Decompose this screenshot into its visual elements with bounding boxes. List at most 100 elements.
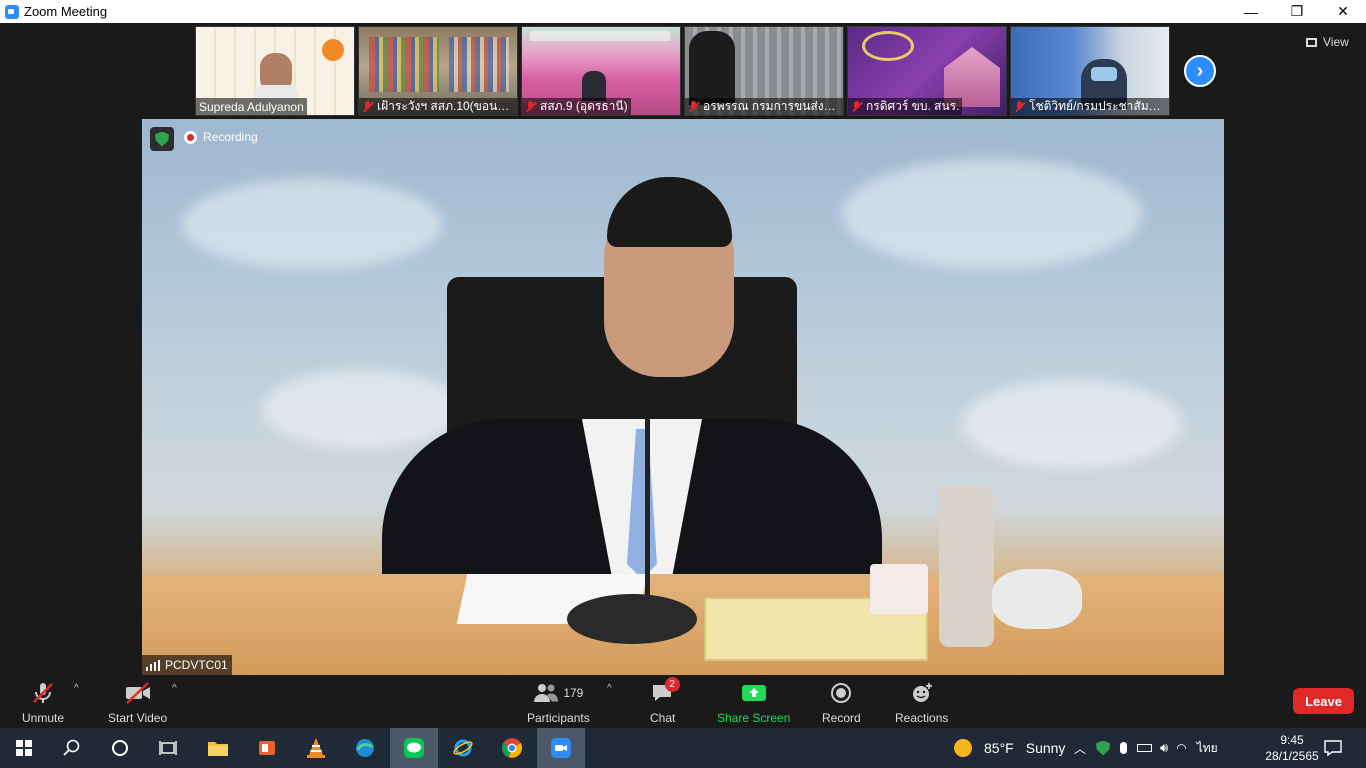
participant-name: สสภ.9 (อุดรธานี) xyxy=(540,99,628,113)
notification-center-icon xyxy=(1324,740,1342,756)
battery-icon[interactable] xyxy=(1137,744,1152,752)
banner-text xyxy=(530,31,670,41)
participants-count: 179 xyxy=(563,686,584,700)
search-button[interactable] xyxy=(48,728,96,768)
cup xyxy=(870,564,928,614)
participant-thumbnail[interactable]: Supreda Adulyanon xyxy=(195,26,355,116)
cloud xyxy=(842,159,1142,269)
close-button[interactable]: ✕ xyxy=(1320,0,1366,23)
record-button[interactable]: Record xyxy=(822,681,861,725)
chat-button[interactable]: 2 Chat xyxy=(650,677,680,725)
chat-icon: 2 xyxy=(651,677,680,705)
participant-name: กรดิศวร์ ขบ. สนร. xyxy=(866,99,960,113)
wifi-icon[interactable]: ◠ xyxy=(1176,741,1186,755)
leave-button[interactable]: Leave xyxy=(1293,688,1354,714)
file-explorer-button[interactable] xyxy=(194,728,242,768)
share-screen-icon xyxy=(741,681,767,705)
zoom-icon xyxy=(551,738,571,758)
notifications-button[interactable] xyxy=(1310,728,1356,768)
unmute-label: Unmute xyxy=(22,711,65,725)
microphone-icon[interactable] xyxy=(1120,742,1127,754)
speaker-name-tag: PCDVTC01 xyxy=(142,655,232,675)
edge-icon xyxy=(356,739,374,757)
record-label: Record xyxy=(822,711,861,725)
microphone-base xyxy=(567,594,697,644)
recording-label: Recording xyxy=(203,130,258,144)
sun-icon xyxy=(954,739,972,757)
participants-button[interactable]: 179 Participants xyxy=(527,681,590,725)
start-video-button[interactable]: Start Video xyxy=(108,681,167,725)
chat-unread-badge: 2 xyxy=(664,677,680,692)
weather-condition: Sunny xyxy=(1025,740,1066,756)
meeting-toolbar: Unmute ^ Start Video ^ 179 Participants … xyxy=(0,677,1366,728)
mic-muted-icon xyxy=(525,100,537,113)
system-tray: ︿ 🔊︎ ◠ ไทย xyxy=(1072,728,1218,768)
volume-icon[interactable]: 🔊︎ xyxy=(1160,740,1168,756)
active-speaker-video[interactable]: Recording PCDVTC01 xyxy=(142,119,1224,675)
input-language[interactable]: ไทย xyxy=(1197,739,1218,758)
zoom-taskbar-button[interactable] xyxy=(537,728,585,768)
internet-explorer-icon xyxy=(453,739,473,757)
next-page-button[interactable]: › xyxy=(1184,55,1216,87)
shield-icon xyxy=(155,131,169,147)
recording-indicator[interactable]: Recording xyxy=(184,130,258,144)
restore-button[interactable]: ❐ xyxy=(1274,0,1320,23)
participant-name: อรพรรณ กรมการขนส่งท... xyxy=(703,99,840,113)
task-view-button[interactable] xyxy=(144,728,192,768)
window-controls: — ❐ ✕ xyxy=(1228,0,1366,23)
title-bar: Zoom Meeting — ❐ ✕ xyxy=(0,0,1366,23)
cloud xyxy=(262,369,462,449)
participants-options-caret[interactable]: ^ xyxy=(607,683,612,694)
task-view-icon xyxy=(159,741,177,755)
participant-name-bar: กรดิศวร์ ขบ. สนร. xyxy=(848,98,963,115)
line-button[interactable] xyxy=(390,728,438,768)
video-options-caret[interactable]: ^ xyxy=(172,683,177,694)
zoom-app-icon xyxy=(5,4,19,19)
start-button[interactable] xyxy=(0,728,48,768)
participant-thumbnail[interactable]: เฝ้าระวังฯ สสภ.10(ขอนแ... xyxy=(358,26,518,116)
reactions-button[interactable]: Reactions xyxy=(895,681,948,725)
minimize-button[interactable]: — xyxy=(1228,0,1274,23)
view-button[interactable]: View xyxy=(1306,35,1349,49)
chevron-right-icon: › xyxy=(1196,59,1204,82)
shield-icon[interactable] xyxy=(1096,740,1110,756)
weather-widget[interactable]: 85°F Sunny xyxy=(954,728,1065,768)
participant-figure xyxy=(689,31,735,105)
participant-name: เฝ้าระวังฯ สสภ.10(ขอนแ... xyxy=(377,99,514,113)
unmute-button[interactable]: Unmute xyxy=(22,681,64,725)
audio-options-caret[interactable]: ^ xyxy=(74,683,79,694)
participant-thumbnail[interactable]: สสภ.9 (อุดรธานี) xyxy=(521,26,681,116)
windows-taskbar: 85°F Sunny ︿ 🔊︎ ◠ ไทย 9:45 28/1/2565 xyxy=(0,728,1366,768)
participant-name-bar: อรพรรณ กรมการขนส่งท... xyxy=(685,98,843,115)
internet-explorer-button[interactable] xyxy=(439,728,487,768)
folder-icon xyxy=(208,742,228,756)
chat-label: Chat xyxy=(650,711,676,725)
edge-button[interactable] xyxy=(341,728,389,768)
share-screen-label: Share Screen xyxy=(717,711,791,725)
share-screen-button[interactable]: Share Screen xyxy=(717,681,790,725)
cloud xyxy=(962,379,1182,469)
signal-strength-icon xyxy=(146,659,160,671)
chrome-icon xyxy=(501,738,523,758)
office-app-button[interactable] xyxy=(243,728,291,768)
bookshelf xyxy=(449,37,509,92)
cortana-button[interactable] xyxy=(96,728,144,768)
participant-thumbnail[interactable]: กรดิศวร์ ขบ. สนร. xyxy=(847,26,1007,116)
participant-thumbnail[interactable]: โชติวิทย์/กรมประชาสัมพันธ์ xyxy=(1010,26,1170,116)
participant-name-bar: Supreda Adulyanon xyxy=(196,98,307,115)
participant-name-bar: เฝ้าระวังฯ สสภ.10(ขอนแ... xyxy=(359,98,517,115)
weather-temperature: 85°F xyxy=(984,740,1014,756)
start-video-label: Start Video xyxy=(108,711,168,725)
vlc-button[interactable] xyxy=(292,728,340,768)
snack-plate xyxy=(992,569,1082,629)
chrome-button[interactable] xyxy=(488,728,536,768)
encryption-badge[interactable] xyxy=(150,127,174,151)
participant-name: Supreda Adulyanon xyxy=(199,99,304,114)
speaker-name: PCDVTC01 xyxy=(165,658,228,672)
chevron-up-icon[interactable]: ︿ xyxy=(1072,740,1088,757)
mic-muted-icon xyxy=(851,100,863,113)
face-mask xyxy=(1091,67,1117,81)
reactions-label: Reactions xyxy=(895,711,949,725)
participant-thumbnail[interactable]: อรพรรณ กรมการขนส่งท... xyxy=(684,26,844,116)
office-icon xyxy=(259,741,275,755)
